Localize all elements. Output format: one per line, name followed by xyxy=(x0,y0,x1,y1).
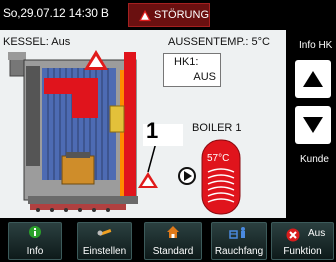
outdoor-temp-label: AUSSENTEMP.: 5°C xyxy=(168,36,271,48)
kunde-label: Kunde xyxy=(300,154,329,165)
status-bar: So,29.07.12 14:30 B STÖRUNG xyxy=(0,0,336,30)
warning-icon xyxy=(139,9,151,21)
function-label: Funktion xyxy=(283,246,322,257)
chimney-icon xyxy=(229,227,245,239)
right-panel: Info HK Kunde xyxy=(286,30,336,218)
settings-button[interactable]: Einstellen xyxy=(77,222,132,260)
pump-icon xyxy=(178,167,196,185)
arrow-up-icon xyxy=(303,71,323,87)
heating-circuit-value: AUS xyxy=(193,71,216,83)
standard-button[interactable]: Standard xyxy=(144,222,202,260)
off-function-button[interactable]: Aus Funktion xyxy=(271,222,334,260)
furnace-diagram[interactable] xyxy=(0,30,160,218)
main-panel: KESSEL: Aus AUSSENTEMP.: 5°C 1 HK1: AUS … xyxy=(0,30,286,218)
settings-label: Einstellen xyxy=(82,246,127,257)
scroll-up-button[interactable] xyxy=(295,60,331,98)
heating-circuit-box[interactable]: HK1: AUS xyxy=(163,53,221,87)
callout-number: 1 xyxy=(146,118,159,143)
home-icon xyxy=(167,226,179,238)
standard-label: Standard xyxy=(152,246,194,257)
scroll-down-button[interactable] xyxy=(295,106,331,144)
info-hk-label: Info HK xyxy=(299,40,333,51)
controller-screen: So,29.07.12 14:30 B STÖRUNG KESSEL: Aus … xyxy=(0,0,336,262)
arrow-down-icon xyxy=(303,117,323,133)
chimney-label: Rauchfang xyxy=(214,246,264,257)
boiler-tank[interactable] xyxy=(200,138,244,218)
alarm-badge[interactable]: STÖRUNG xyxy=(128,3,210,27)
bottom-toolbar: Info Einstellen Standard Rauchfang Aus F… xyxy=(0,218,336,262)
wrench-icon xyxy=(97,229,111,236)
heating-circuit-title: HK1: xyxy=(174,56,199,68)
boiler-label: BOILER 1 xyxy=(192,122,242,134)
info-button[interactable]: Info xyxy=(8,222,62,260)
info-icon xyxy=(29,226,41,238)
chimney-button[interactable]: Rauchfang xyxy=(211,222,267,260)
datetime-display: So,29.07.12 14:30 B xyxy=(3,6,109,20)
off-label: Aus xyxy=(308,228,326,239)
alarm-text: STÖRUNG xyxy=(154,9,209,21)
boiler-temperature: 57°C xyxy=(207,153,230,164)
off-icon xyxy=(286,228,300,242)
info-label: Info xyxy=(26,246,44,257)
